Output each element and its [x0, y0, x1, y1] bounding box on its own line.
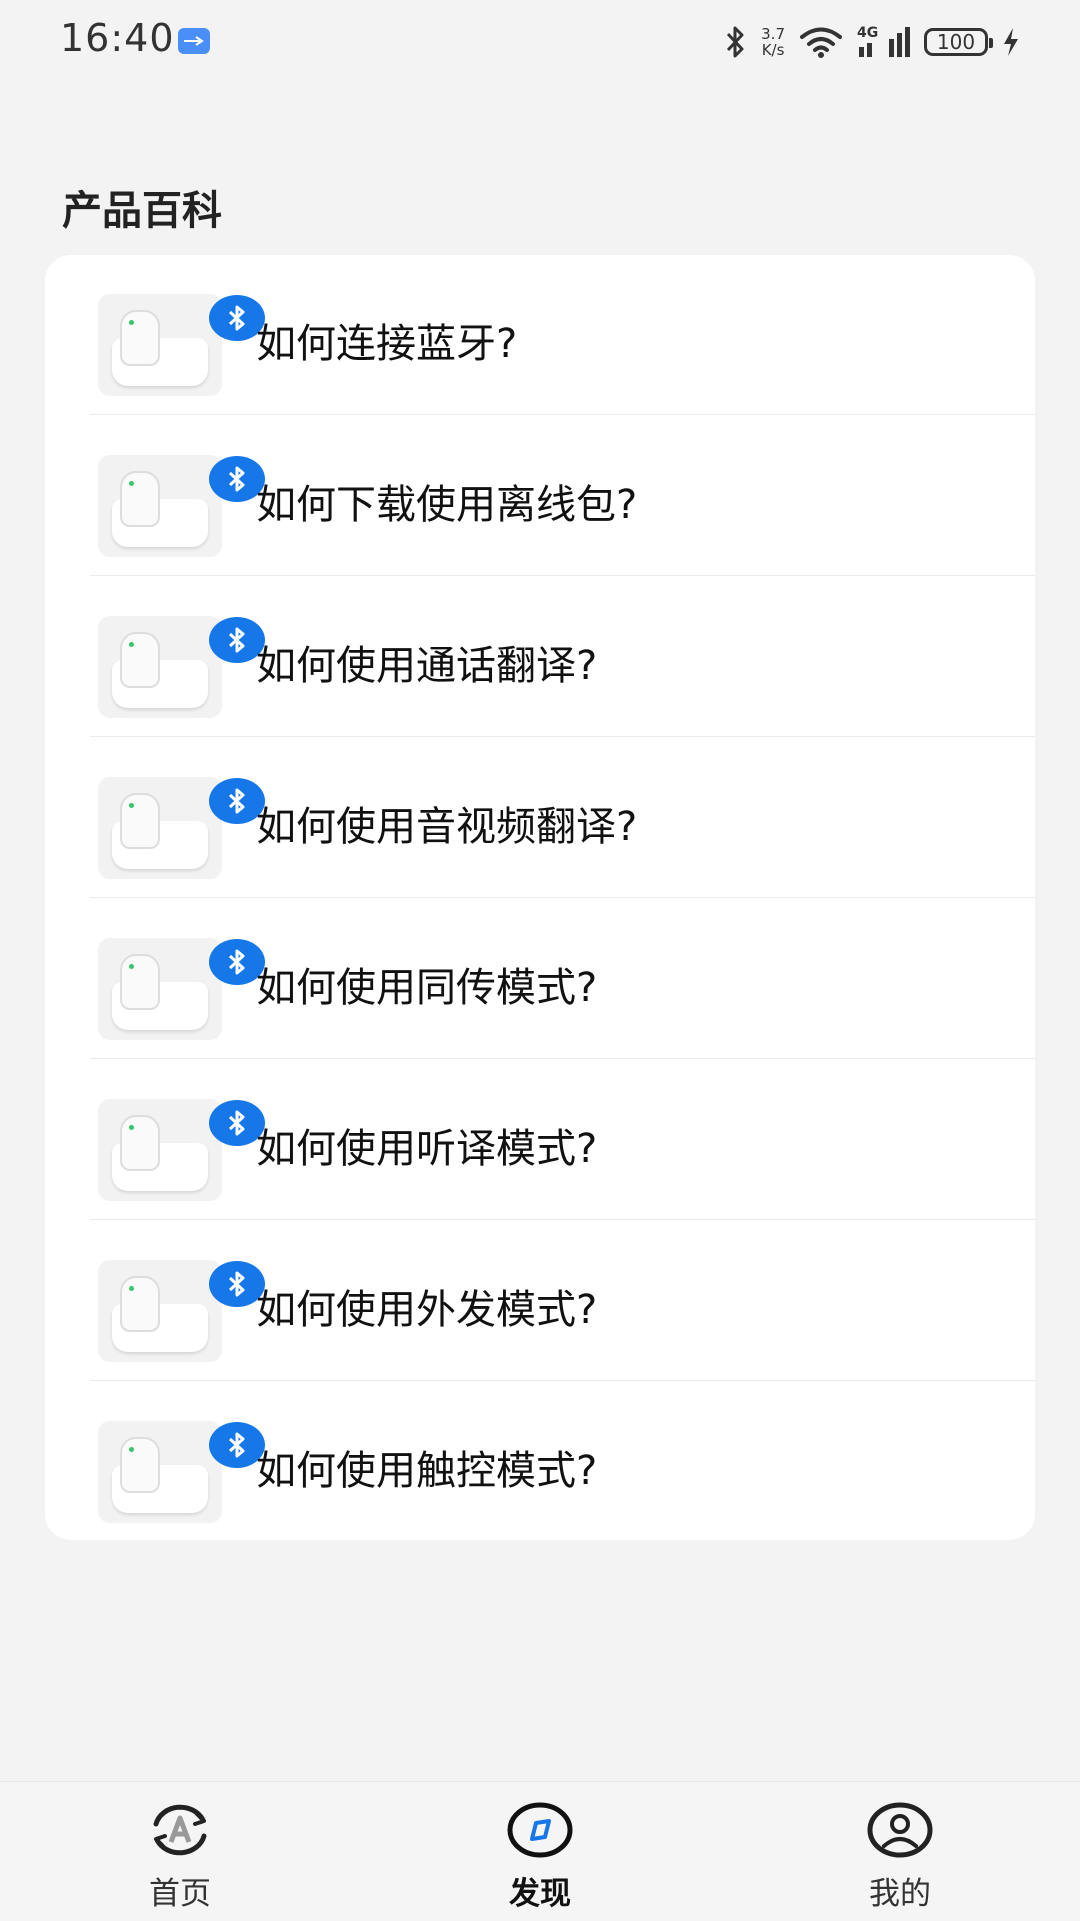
faq-item-call-translation[interactable]: 如何使用通话翻译? — [45, 577, 1035, 737]
nav-home[interactable]: 首页 — [110, 1802, 250, 1913]
faq-item-label: 如何使用触控模式? — [256, 1448, 598, 1494]
faq-item-outgoing-mode[interactable]: 如何使用外发模式? — [45, 1221, 1035, 1381]
home-translate-icon — [153, 1804, 207, 1856]
cellular-signal-icon: 4G — [857, 25, 910, 57]
network-speed-unit: K/s — [761, 41, 785, 59]
nav-mine[interactable]: 我的 — [830, 1802, 970, 1913]
divider — [90, 1058, 1035, 1059]
earbuds-thumbnail — [98, 294, 222, 396]
battery-level: 100 — [936, 30, 976, 54]
divider — [90, 1219, 1035, 1220]
status-bar: 16:40 3.7 K/s 4G 100 — [0, 0, 1080, 84]
compass-icon — [507, 1802, 573, 1858]
battery-icon: 100 — [924, 28, 993, 56]
wifi-icon — [800, 27, 842, 58]
faq-item-label: 如何使用外发模式? — [256, 1287, 598, 1333]
earbuds-thumbnail — [98, 1260, 222, 1362]
faq-item-listen-mode[interactable]: 如何使用听译模式? — [45, 1060, 1035, 1220]
charging-icon — [1004, 28, 1018, 56]
earbuds-thumbnail — [98, 1421, 222, 1523]
faq-item-label: 如何使用音视频翻译? — [256, 804, 638, 850]
nav-discover[interactable]: 发现 — [470, 1802, 610, 1913]
nav-discover-label: 发现 — [509, 1876, 571, 1912]
faq-item-label: 如何使用通话翻译? — [256, 643, 598, 689]
usb-icon — [178, 28, 210, 54]
faq-item-label: 如何连接蓝牙? — [256, 321, 518, 367]
network-type: 4G — [857, 25, 879, 41]
faq-item-connect-bluetooth[interactable]: 如何连接蓝牙? — [45, 255, 1035, 415]
faq-item-av-translation[interactable]: 如何使用音视频翻译? — [45, 738, 1035, 898]
status-time: 16:40 — [60, 16, 175, 60]
earbuds-thumbnail — [98, 455, 222, 557]
divider — [90, 414, 1035, 415]
nav-home-label: 首页 — [149, 1876, 211, 1912]
user-icon — [867, 1802, 933, 1858]
faq-item-label: 如何下载使用离线包? — [256, 482, 638, 528]
faq-item-label: 如何使用同传模式? — [256, 965, 598, 1011]
bottom-nav: 首页 发现 我的 — [0, 1781, 1080, 1921]
section-title: 产品百科 — [62, 188, 222, 234]
network-speed-value: 3.7 — [761, 25, 785, 43]
faq-item-simultaneous-mode[interactable]: 如何使用同传模式? — [45, 899, 1035, 1059]
nav-mine-label: 我的 — [869, 1876, 931, 1912]
divider — [90, 736, 1035, 737]
earbuds-thumbnail — [98, 938, 222, 1040]
faq-item-offline-package[interactable]: 如何下载使用离线包? — [45, 416, 1035, 576]
network-speed: 3.7 K/s — [761, 26, 785, 58]
bluetooth-icon — [727, 26, 744, 58]
earbuds-thumbnail — [98, 1099, 222, 1201]
divider — [90, 575, 1035, 576]
earbuds-thumbnail — [98, 777, 222, 879]
divider — [90, 1380, 1035, 1381]
faq-item-touch-mode[interactable]: 如何使用触控模式? — [45, 1382, 1035, 1540]
faq-card: 如何连接蓝牙? 如何下载使用离线包? 如何使用通话翻译? 如何使用音视频翻译? — [45, 255, 1035, 1540]
faq-item-label: 如何使用听译模式? — [256, 1126, 598, 1172]
earbuds-thumbnail — [98, 616, 222, 718]
divider — [90, 897, 1035, 898]
